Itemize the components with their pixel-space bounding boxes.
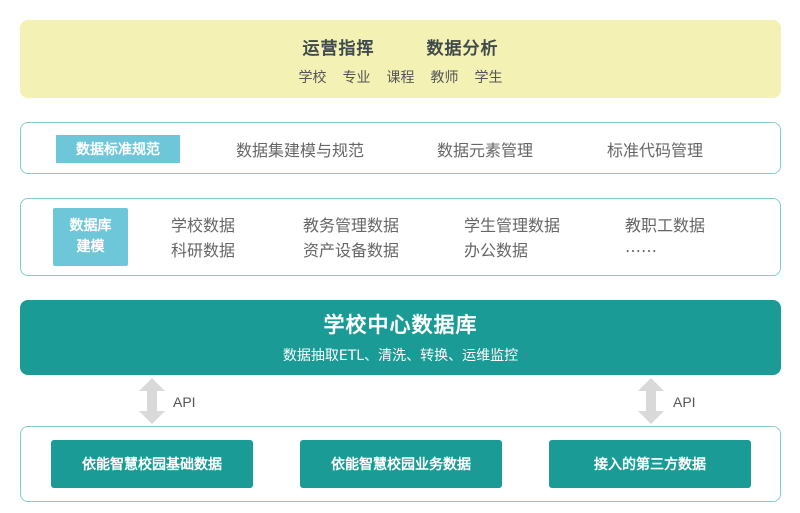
top-title-operations: 运营指挥 (302, 39, 375, 59)
source-business-data: 依能智慧校园业务数据 (300, 440, 502, 488)
top-title-analysis: 数据分析 (426, 39, 499, 59)
database-modeling-tag: 数据库 建模 (53, 208, 128, 266)
modeling-item: 教务管理数据 (303, 216, 400, 235)
top-item-student: 学生 (474, 70, 503, 86)
standards-item-element-management: 数据元素管理 (437, 141, 534, 160)
source-third-party-data: 接入的第三方数据 (549, 440, 751, 488)
double-arrow-icon (139, 378, 165, 424)
top-application-band: 运营指挥 数据分析 学校 专业 课程 教师 学生 (20, 20, 781, 98)
modeling-tag-line1: 数据库 (69, 218, 112, 234)
source-basic-data: 依能智慧校园基础数据 (51, 440, 253, 488)
modeling-item: …… (625, 237, 657, 256)
modeling-item: 办公数据 (464, 241, 529, 260)
database-modeling-panel: 数据库 建模 学校数据 教务管理数据 学生管理数据 教职工数据 科研数据 资产设… (20, 198, 781, 276)
modeling-item: 科研数据 (171, 241, 236, 260)
modeling-item: 资产设备数据 (303, 241, 400, 260)
api-label-right: API (673, 394, 696, 410)
data-sources-panel: 依能智慧校园基础数据 依能智慧校园业务数据 接入的第三方数据 (20, 426, 781, 502)
data-standards-tag: 数据标准规范 (56, 135, 180, 163)
central-database-block: 学校中心数据库 数据抽取ETL、清洗、转换、运维监控 (20, 300, 781, 375)
top-item-course: 课程 (386, 70, 415, 86)
standards-item-dataset-modeling: 数据集建模与规范 (236, 141, 365, 160)
central-database-subtitle: 数据抽取ETL、清洗、转换、运维监控 (282, 348, 519, 364)
data-standards-panel: 数据标准规范 数据集建模与规范 数据元素管理 标准代码管理 (20, 122, 781, 174)
modeling-tag-line2: 建模 (76, 239, 105, 255)
api-label-left: API (173, 394, 196, 410)
top-item-major: 专业 (342, 70, 371, 86)
standards-item-code-management: 标准代码管理 (607, 141, 704, 160)
double-arrow-icon (638, 378, 664, 424)
top-item-school: 学校 (298, 70, 327, 86)
modeling-item: 学校数据 (171, 216, 236, 235)
central-database-title: 学校中心数据库 (323, 313, 478, 337)
modeling-item: 教职工数据 (625, 216, 706, 235)
top-item-teacher: 教师 (430, 70, 459, 86)
modeling-item: 学生管理数据 (464, 216, 561, 235)
